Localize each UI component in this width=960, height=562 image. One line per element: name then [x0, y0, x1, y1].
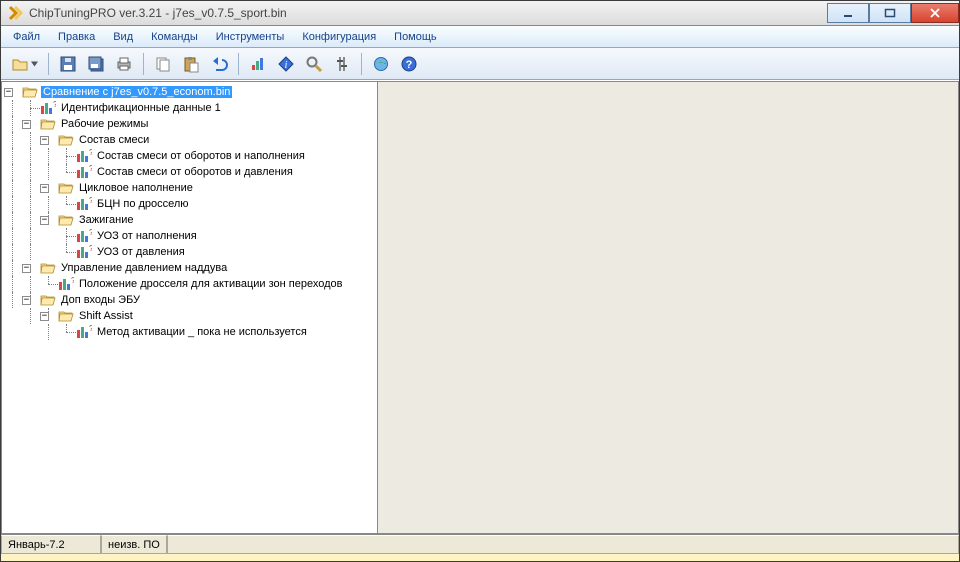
- minimize-button[interactable]: [827, 3, 869, 23]
- copy-button[interactable]: [151, 52, 175, 76]
- tree-item[interactable]: Состав смеси: [77, 134, 151, 146]
- menubar: Файл Правка Вид Команды Инструменты Конф…: [1, 26, 959, 48]
- folder-open-icon: [58, 180, 74, 196]
- tree-item[interactable]: Shift Assist: [77, 310, 135, 322]
- save-all-button[interactable]: [84, 52, 108, 76]
- expander-icon[interactable]: [22, 296, 31, 305]
- maximize-button[interactable]: [869, 3, 911, 23]
- menu-tools[interactable]: Инструменты: [208, 29, 293, 45]
- expander-icon[interactable]: [22, 120, 31, 129]
- content-pane: [378, 81, 959, 534]
- status-bar: Январь-7.2 неизв. ПО: [1, 534, 959, 554]
- status-cell-firmware: неизв. ПО: [101, 535, 167, 554]
- app-icon: [7, 5, 23, 21]
- expander-icon[interactable]: [22, 264, 31, 273]
- tree-item[interactable]: Идентификационные данные 1: [59, 102, 223, 114]
- undo-button[interactable]: [207, 52, 231, 76]
- tree-item[interactable]: Метод активации _ пока не используется: [95, 326, 309, 338]
- tree-item[interactable]: УОЗ от наполнения: [95, 230, 199, 242]
- menu-commands[interactable]: Команды: [143, 29, 206, 45]
- expander-icon[interactable]: [4, 88, 13, 97]
- tree-item[interactable]: Зажигание: [77, 214, 136, 226]
- paste-button[interactable]: [179, 52, 203, 76]
- folder-open-icon: [58, 132, 74, 148]
- help-button[interactable]: ?: [397, 52, 421, 76]
- menu-help[interactable]: Помощь: [386, 29, 445, 45]
- svg-text:i: i: [285, 60, 288, 71]
- folder-open-icon: [58, 212, 74, 228]
- folder-open-icon: [40, 292, 56, 308]
- folder-open-icon: [58, 308, 74, 324]
- tree-root[interactable]: Сравнение с j7es_v0.7.5_econom.bin: [41, 86, 232, 98]
- search-button[interactable]: [302, 52, 326, 76]
- status-cell-module: Январь-7.2: [1, 535, 101, 554]
- tree-item[interactable]: Рабочие режимы: [59, 118, 150, 130]
- folder-open-icon: [22, 84, 38, 100]
- window-title: ChipTuningPRO ver.3.21 - j7es_v0.7.5_spo…: [29, 6, 827, 20]
- info-button[interactable]: i: [274, 52, 298, 76]
- tree-item[interactable]: Состав смеси от оборотов и наполнения: [95, 150, 307, 162]
- open-button[interactable]: [7, 52, 41, 76]
- folder-open-icon: [40, 260, 56, 276]
- svg-text:?: ?: [406, 59, 413, 71]
- chart-icon: [76, 228, 92, 244]
- expander-icon[interactable]: [40, 216, 49, 225]
- tree-view[interactable]: ? Сравнение с j7es_v0.7.5_econom.bin Иде…: [1, 81, 378, 534]
- print-button[interactable]: [112, 52, 136, 76]
- expander-icon[interactable]: [40, 312, 49, 321]
- chart-icon: [40, 100, 56, 116]
- tree-item[interactable]: БЦН по дросселю: [95, 198, 191, 210]
- tree-item[interactable]: Состав смеси от оборотов и давления: [95, 166, 295, 178]
- menu-file[interactable]: Файл: [5, 29, 48, 45]
- tree-item[interactable]: УОЗ от давления: [95, 246, 187, 258]
- globe-button[interactable]: [369, 52, 393, 76]
- menu-edit[interactable]: Правка: [50, 29, 103, 45]
- titlebar: ChipTuningPRO ver.3.21 - j7es_v0.7.5_spo…: [1, 1, 959, 26]
- tree-item[interactable]: Доп входы ЭБУ: [59, 294, 142, 306]
- chart-icon: [58, 276, 74, 292]
- tree-item[interactable]: Цикловое наполнение: [77, 182, 195, 194]
- chart-icon: [76, 196, 92, 212]
- chart-icon: [76, 244, 92, 260]
- tree-item[interactable]: Положение дросселя для активации зон пер…: [77, 278, 344, 290]
- tree-item[interactable]: Управление давлением наддува: [59, 262, 229, 274]
- chart-icon: [76, 148, 92, 164]
- chart-icon: [76, 164, 92, 180]
- chart-icon: [76, 324, 92, 340]
- folder-open-icon: [40, 116, 56, 132]
- expander-icon[interactable]: [40, 184, 49, 193]
- toolbar: i ?: [1, 48, 959, 80]
- menu-view[interactable]: Вид: [105, 29, 141, 45]
- save-button[interactable]: [56, 52, 80, 76]
- menu-config[interactable]: Конфигурация: [294, 29, 384, 45]
- close-button[interactable]: [911, 3, 959, 23]
- chart-button[interactable]: [246, 52, 270, 76]
- expander-icon[interactable]: [40, 136, 49, 145]
- settings-button[interactable]: [330, 52, 354, 76]
